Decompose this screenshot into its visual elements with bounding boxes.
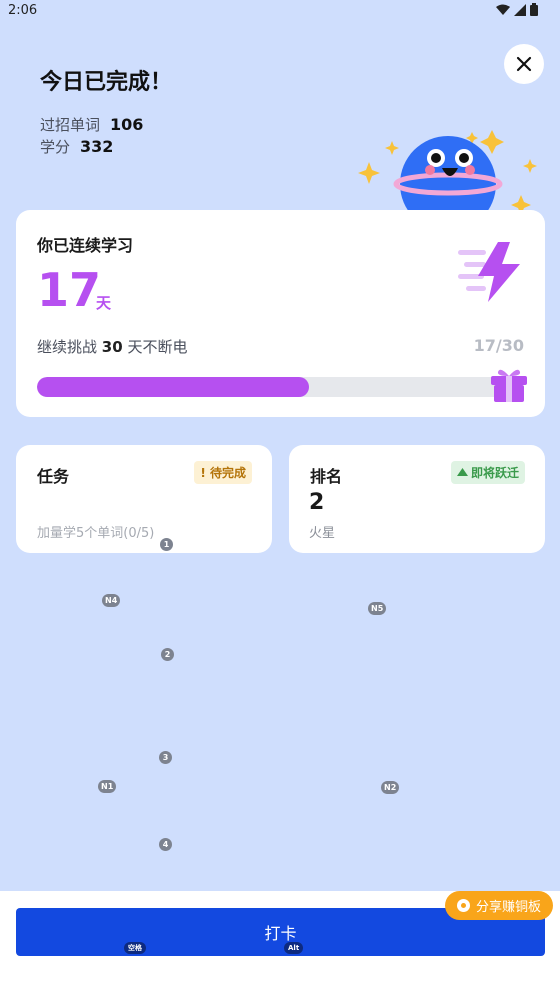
streak-unit: 天 xyxy=(96,294,112,312)
streak-days: 17 xyxy=(37,263,102,317)
credit-value: 332 xyxy=(80,137,114,156)
marker-n2[interactable]: N2 xyxy=(381,781,400,794)
marker-n4[interactable]: N4 xyxy=(102,594,121,607)
marker-1[interactable]: 1 xyxy=(160,538,173,551)
battery-icon xyxy=(530,3,538,16)
task-card[interactable]: 任务 ! 待完成 加量学5个单词(0/5) xyxy=(16,445,272,553)
gift-icon[interactable] xyxy=(490,366,528,402)
words-stat: 过招单词 106 xyxy=(40,114,143,135)
close-icon xyxy=(516,56,532,72)
marker-n1[interactable]: N1 xyxy=(98,780,117,793)
task-description: 加量学5个单词(0/5) xyxy=(37,526,155,541)
progress-fill xyxy=(37,377,310,397)
challenge-suffix: 天不断电 xyxy=(127,338,188,356)
wifi-icon xyxy=(496,4,510,15)
words-value: 106 xyxy=(110,115,144,134)
signal-icon xyxy=(514,3,526,16)
lightning-icon xyxy=(458,242,520,302)
coin-icon xyxy=(456,899,470,912)
key-hint-space: 空格 xyxy=(124,942,146,954)
challenge-prefix: 继续挑战 xyxy=(37,338,98,356)
status-bar: 2:06 xyxy=(0,0,560,22)
credit-stat: 学分 332 xyxy=(40,136,113,157)
progress-bar xyxy=(37,377,517,397)
rank-planet: 火星 xyxy=(309,526,336,541)
status-time: 2:06 xyxy=(8,3,38,18)
rising-badge-label: 即将跃迁 xyxy=(470,466,519,480)
marker-4[interactable]: 4 xyxy=(159,838,172,851)
rank-title: 排名 xyxy=(310,467,343,486)
rank-value: 2 xyxy=(309,490,325,515)
credit-label: 学分 xyxy=(40,138,71,156)
up-arrow-icon xyxy=(456,467,468,476)
pending-badge: ! 待完成 xyxy=(194,461,252,484)
share-earn-button[interactable]: 分享赚铜板 xyxy=(445,891,553,920)
words-label: 过招单词 xyxy=(40,116,101,134)
rank-card[interactable]: 排名 即将跃迁 2 火星 xyxy=(289,445,545,553)
marker-2[interactable]: 2 xyxy=(161,648,174,661)
marker-3[interactable]: 3 xyxy=(159,751,172,764)
planet-mascot xyxy=(358,130,537,218)
page-title: 今日已完成！ xyxy=(40,70,173,95)
task-title: 任务 xyxy=(37,467,70,486)
progress-count: 17/30 xyxy=(473,336,524,355)
streak-title: 你已连续学习 xyxy=(37,236,134,255)
status-icons xyxy=(496,3,538,16)
challenge-days: 30 xyxy=(101,338,123,356)
streak-card: 你已连续学习 17 天 继续挑战 30 天不断电 17/30 xyxy=(16,210,545,417)
key-hint-alt: Alt xyxy=(284,942,304,954)
close-button[interactable] xyxy=(504,44,544,84)
marker-n5[interactable]: N5 xyxy=(368,602,387,615)
rising-badge: 即将跃迁 xyxy=(450,461,525,484)
challenge-text: 继续挑战 30 天不断电 xyxy=(37,336,187,357)
share-label: 分享赚铜板 xyxy=(475,900,541,915)
